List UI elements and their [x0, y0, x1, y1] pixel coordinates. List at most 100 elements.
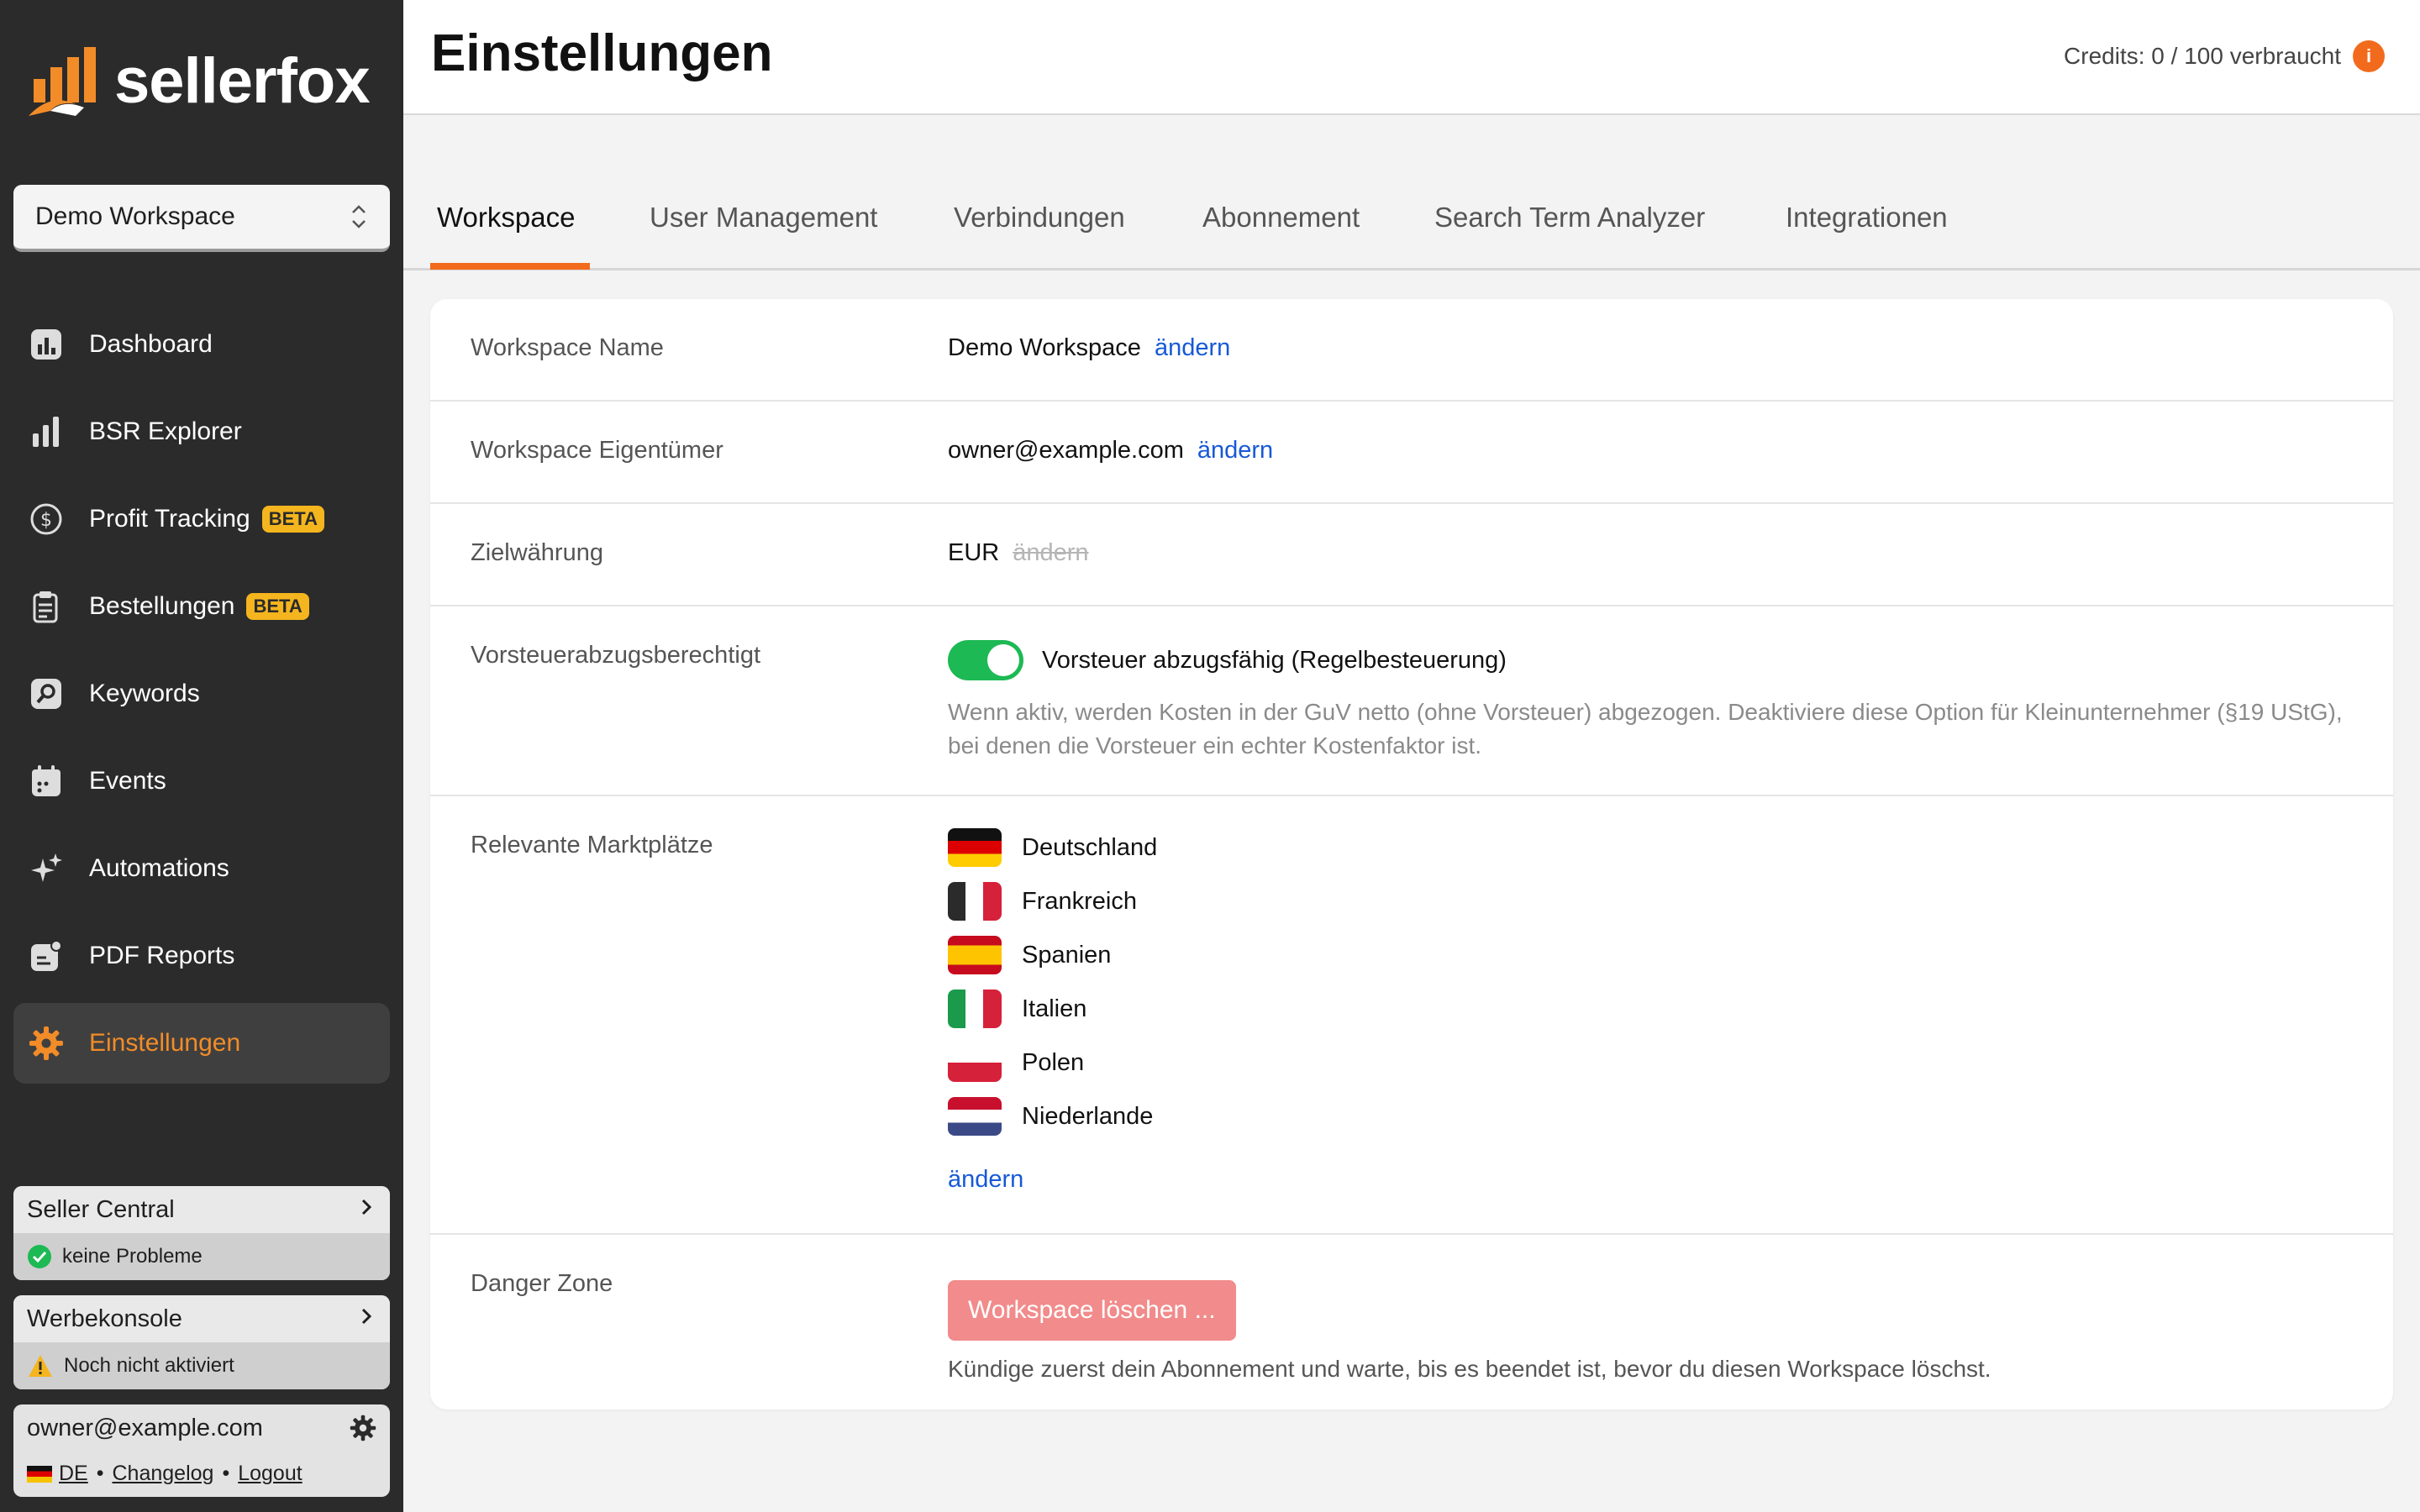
- vat-toggle[interactable]: [948, 640, 1023, 680]
- tab-integrationen[interactable]: Integrationen: [1786, 183, 1948, 270]
- currency-text: EUR: [948, 539, 1000, 566]
- currency-label: Zielwährung: [471, 539, 603, 566]
- seller-central-header[interactable]: Seller Central: [13, 1186, 390, 1233]
- seller-central-title: Seller Central: [27, 1195, 175, 1223]
- setting-row-vat: Vorsteuerabzugsberechtigt Vorsteuer abzu…: [430, 606, 2393, 796]
- vat-label: Vorsteuerabzugsberechtigt: [471, 642, 760, 669]
- credits-text: Credits: 0 / 100 verbraucht: [2064, 43, 2341, 69]
- setting-row-currency: Zielwährung EUR ändern: [430, 504, 2393, 606]
- separator: •: [222, 1462, 230, 1485]
- brand-name: sellerfox: [114, 45, 371, 117]
- sidebar-item-pdf-reports[interactable]: PDF Reports: [13, 916, 390, 996]
- danger-zone-hint: Kündige zuerst dein Abonnement und warte…: [948, 1356, 1991, 1382]
- sidebar-item-keywords[interactable]: Keywords: [13, 654, 390, 734]
- info-icon[interactable]: i: [2353, 40, 2385, 72]
- chevron-right-icon: [358, 1305, 375, 1333]
- sidebar-item-dashboard[interactable]: Dashboard: [13, 304, 390, 385]
- credits-indicator: Credits: 0 / 100 verbraucht i: [2064, 40, 2385, 72]
- seller-central-status-text: keine Probleme: [62, 1245, 203, 1268]
- werbekonsole-title: Werbekonsole: [27, 1305, 182, 1332]
- sidebar-item-label: PDF Reports: [89, 942, 235, 969]
- warning-icon: [27, 1353, 54, 1378]
- gear-icon: [29, 1026, 64, 1061]
- user-settings-gear-icon[interactable]: [350, 1415, 376, 1446]
- marketplace-item: Frankreich: [948, 882, 1137, 921]
- tab-workspace[interactable]: Workspace: [437, 183, 575, 270]
- italy-flag-icon: [948, 990, 1002, 1028]
- germany-flag-icon: [948, 828, 1002, 867]
- netherlands-flag-icon: [948, 1097, 1002, 1136]
- bar-chart-icon: [29, 414, 64, 449]
- setting-row-owner: Workspace Eigentümer owner@example.com än…: [430, 402, 2393, 504]
- sidebar-item-bsr-explorer[interactable]: BSR Explorer: [13, 391, 390, 472]
- werbekonsole-status-text: Noch nicht aktiviert: [64, 1354, 234, 1377]
- workspace-selector[interactable]: Demo Workspace: [13, 185, 390, 252]
- tab-user-management[interactable]: User Management: [650, 183, 877, 270]
- currency-value: EUR ändern: [948, 539, 1089, 567]
- key-icon: [29, 676, 64, 711]
- workspace-name-label: Workspace Name: [471, 334, 664, 361]
- sidebar-item-bestellungen[interactable]: Bestellungen BETA: [13, 566, 390, 647]
- marketplaces-label: Relevante Marktplätze: [471, 832, 713, 858]
- updown-chevron-icon: [350, 202, 368, 231]
- dollar-circle-icon: $: [29, 501, 64, 537]
- tab-abonnement[interactable]: Abonnement: [1202, 183, 1360, 270]
- tab-verbindungen[interactable]: Verbindungen: [954, 183, 1125, 270]
- workspace-settings-card: Workspace Name Demo Workspace ändern Work…: [430, 299, 2393, 1410]
- vat-toggle-label: Vorsteuer abzugsfähig (Regelbesteuerung): [1042, 646, 1507, 674]
- user-email: owner@example.com: [27, 1415, 263, 1441]
- marketplace-name: Italien: [1022, 995, 1087, 1022]
- user-card: owner@example.com DE • Changelog • Logou…: [13, 1404, 390, 1497]
- sidebar-item-einstellungen[interactable]: Einstellungen: [13, 1003, 390, 1084]
- seller-central-card[interactable]: Seller Central keine Probleme: [13, 1186, 390, 1280]
- dashboard-icon: [29, 327, 64, 362]
- werbekonsole-card[interactable]: Werbekonsole Noch nicht aktiviert: [13, 1295, 390, 1389]
- marketplace-item: Niederlande: [948, 1097, 1153, 1136]
- report-icon: [29, 938, 64, 974]
- delete-workspace-button[interactable]: Workspace löschen ...: [948, 1280, 1236, 1341]
- owner-email: owner@example.com: [948, 437, 1184, 464]
- setting-row-workspace-name: Workspace Name Demo Workspace ändern: [430, 299, 2393, 402]
- main-nav: Dashboard BSR Explorer $ Profit Tracking…: [13, 304, 390, 1090]
- sidebar-item-label: Events: [89, 767, 166, 795]
- marketplace-item: Italien: [948, 990, 1086, 1028]
- changelog-link[interactable]: Changelog: [113, 1462, 214, 1486]
- svg-text:$: $: [40, 510, 52, 531]
- brand-logo[interactable]: sellerfox: [25, 42, 371, 119]
- seller-central-status: keine Probleme: [13, 1233, 390, 1280]
- page-title: Einstellungen: [431, 24, 773, 82]
- top-header: Einstellungen Credits: 0 / 100 verbrauch…: [403, 0, 2420, 115]
- werbekonsole-header[interactable]: Werbekonsole: [13, 1295, 390, 1342]
- setting-row-danger-zone: Danger Zone Workspace löschen ... Kündig…: [430, 1235, 2393, 1410]
- vat-toggle-row: Vorsteuer abzugsfähig (Regelbesteuerung): [948, 640, 1507, 680]
- marketplace-name: Niederlande: [1022, 1102, 1154, 1130]
- marketplace-name: Spanien: [1022, 941, 1112, 969]
- edit-marketplaces-link[interactable]: ändern: [948, 1166, 1023, 1194]
- beta-badge: BETA: [261, 506, 324, 533]
- danger-zone-label: Danger Zone: [471, 1270, 613, 1297]
- sidebar-item-label: Keywords: [89, 680, 200, 707]
- edit-workspace-name-link[interactable]: ändern: [1155, 334, 1230, 361]
- workspace-name-text: Demo Workspace: [948, 334, 1141, 361]
- sellerfox-logo-icon: [29, 47, 96, 116]
- logout-link[interactable]: Logout: [238, 1462, 302, 1486]
- marketplace-item: Deutschland: [948, 828, 1157, 867]
- spain-flag-icon: [948, 936, 1002, 974]
- language-link[interactable]: DE: [59, 1462, 88, 1486]
- sidebar: sellerfox Demo Workspace Dashboard BSR E…: [0, 0, 403, 1512]
- edit-owner-link[interactable]: ändern: [1197, 437, 1273, 464]
- beta-badge: BETA: [246, 593, 309, 620]
- workspace-name-value: Demo Workspace ändern: [948, 334, 1230, 362]
- marketplace-name: Frankreich: [1022, 887, 1137, 915]
- sidebar-item-events[interactable]: Events: [13, 741, 390, 822]
- user-links: DE • Changelog • Logout: [27, 1462, 302, 1486]
- settings-tabs: Workspace User Management Verbindungen A…: [403, 183, 2420, 270]
- sidebar-item-automations[interactable]: Automations: [13, 828, 390, 909]
- owner-label: Workspace Eigentümer: [471, 437, 723, 464]
- sidebar-item-profit-tracking[interactable]: $ Profit Tracking BETA: [13, 479, 390, 559]
- tab-search-term-analyzer[interactable]: Search Term Analyzer: [1434, 183, 1705, 270]
- vat-hint: Wenn aktiv, werden Kosten in der GuV net…: [948, 699, 2343, 759]
- marketplace-item: Spanien: [948, 936, 1111, 974]
- active-tab-indicator: [430, 263, 590, 270]
- sidebar-item-label: Bestellungen: [89, 592, 235, 620]
